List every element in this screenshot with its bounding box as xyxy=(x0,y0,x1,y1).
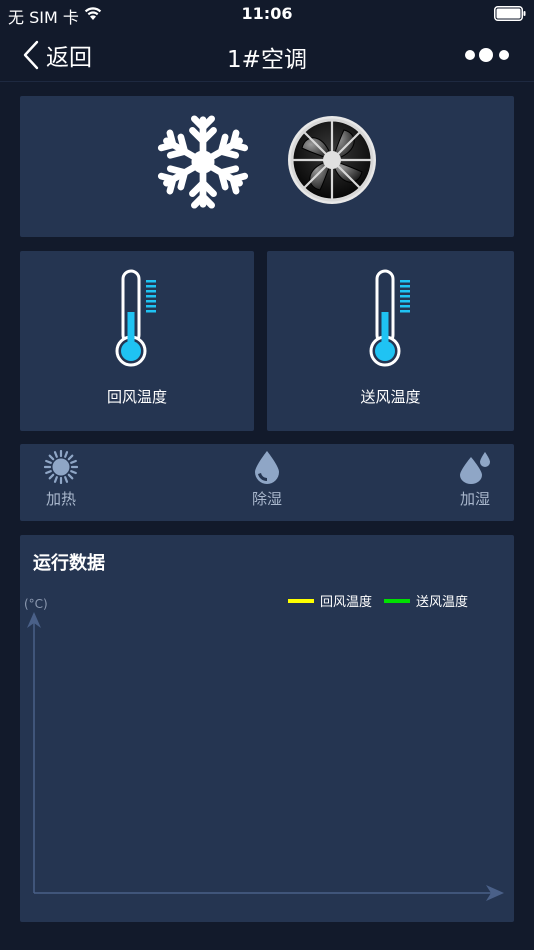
fan-icon[interactable] xyxy=(286,114,378,206)
dehumidify-label: 除湿 xyxy=(251,490,282,508)
back-label: 返回 xyxy=(46,45,92,71)
thermometer-icon xyxy=(115,269,156,367)
thermometer-icon xyxy=(369,269,410,367)
return-air-label: 回风温度 xyxy=(106,388,167,406)
humidify-label: 加湿 xyxy=(459,490,490,508)
legend-swatch-yellow xyxy=(288,598,314,603)
status-bar: 无 SIM 卡 11:06 xyxy=(0,0,534,28)
sun-icon xyxy=(44,450,78,484)
snowflake-icon[interactable] xyxy=(155,114,251,210)
drops-icon xyxy=(460,452,490,484)
chart-plot xyxy=(27,612,504,901)
heat-label: 加热 xyxy=(45,490,76,508)
drop-icon xyxy=(255,451,279,484)
mode-card xyxy=(20,96,514,237)
back-button[interactable]: 返回 xyxy=(22,38,92,72)
heat-button[interactable]: 加热 xyxy=(36,450,86,509)
legend-swatch-green xyxy=(384,598,410,603)
nav-bar: 返回 1#空调 xyxy=(0,28,534,82)
battery-icon xyxy=(494,6,526,21)
supply-air-label: 送风温度 xyxy=(360,388,421,406)
more-options-icon[interactable] xyxy=(464,44,512,66)
chevron-left-icon xyxy=(23,40,39,70)
dehumidify-button[interactable]: 除湿 xyxy=(242,450,292,509)
run-data-title: 运行数据 xyxy=(33,553,105,574)
clock: 11:06 xyxy=(241,4,293,23)
humidify-button[interactable]: 加湿 xyxy=(448,450,502,509)
